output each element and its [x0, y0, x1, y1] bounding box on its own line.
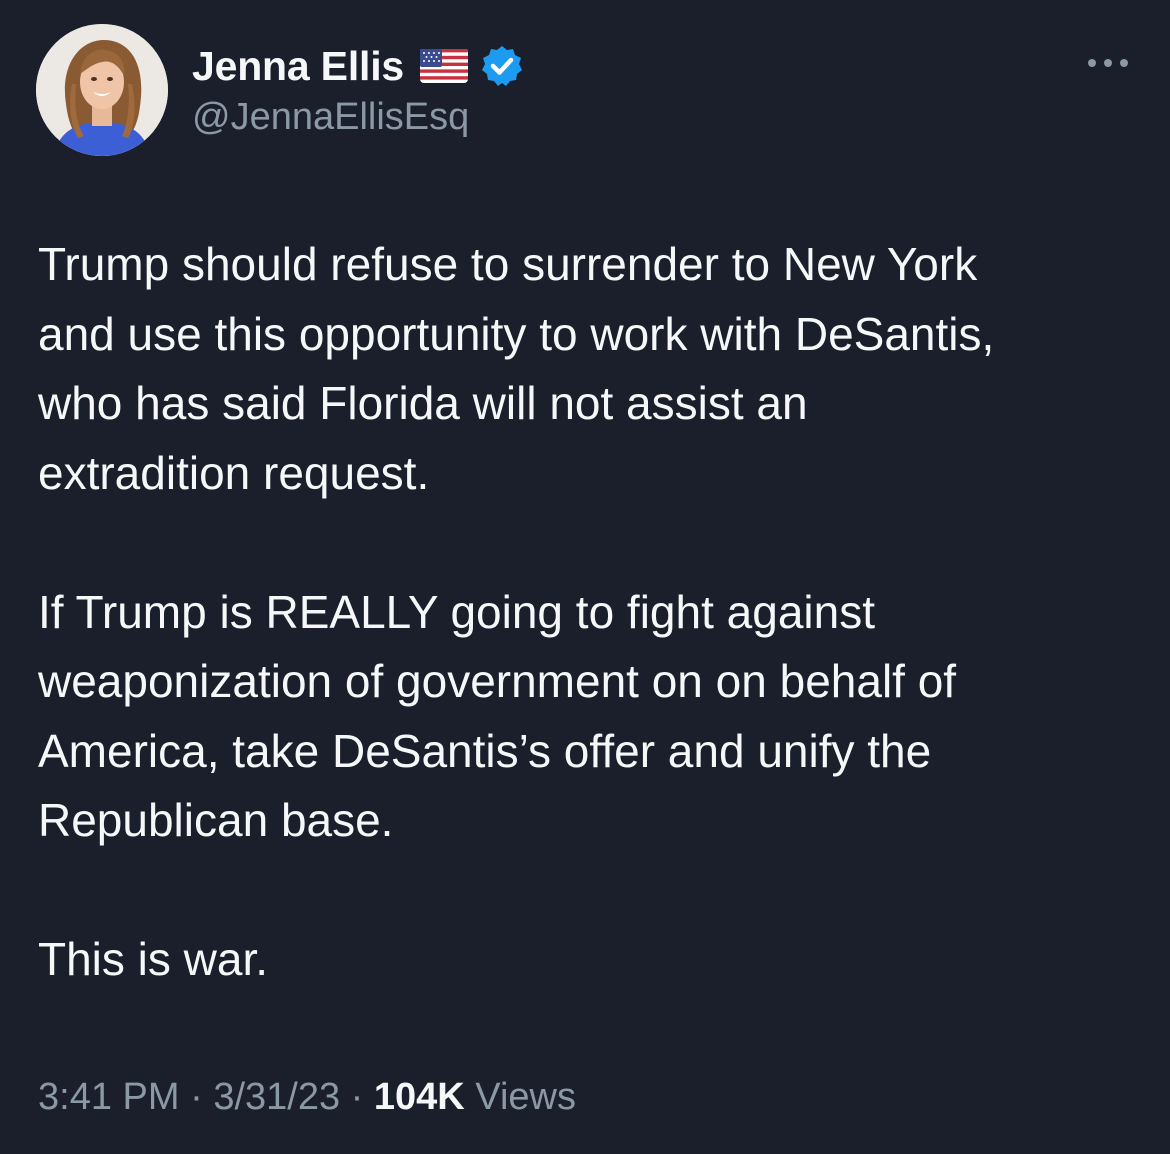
tweet-paragraph: Trump should refuse to surrender to New …: [38, 238, 995, 499]
author-handle[interactable]: @JennaEllisEsq: [192, 96, 469, 139]
tweet-date[interactable]: 3/31/23: [213, 1076, 340, 1118]
avatar-image: [36, 24, 168, 156]
tweet-paragraph: If Trump is REALLY going to fight agains…: [38, 585, 957, 847]
tweet-meta: 3:41 PM · 3/31/23 · 104K Views: [38, 1076, 576, 1119]
views-label: Views: [475, 1076, 576, 1118]
author-display-name[interactable]: Jenna Ellis: [192, 43, 404, 90]
avatar[interactable]: [36, 24, 168, 156]
tweet-card: Jenna Ellis @JennaEllisEsq Trump should …: [0, 0, 1170, 1154]
tweet-paragraph: This is war.: [38, 933, 269, 985]
more-options-icon[interactable]: [1084, 48, 1132, 78]
meta-separator: ·: [190, 1076, 203, 1118]
author-name-row: Jenna Ellis: [192, 40, 524, 92]
us-flag-icon: [420, 49, 469, 83]
views-count[interactable]: 104K: [374, 1076, 465, 1118]
meta-separator: ·: [350, 1076, 364, 1118]
verified-badge-icon[interactable]: [480, 44, 524, 88]
tweet-time[interactable]: 3:41 PM: [38, 1076, 180, 1118]
tweet-text: Trump should refuse to surrender to New …: [38, 230, 1138, 995]
